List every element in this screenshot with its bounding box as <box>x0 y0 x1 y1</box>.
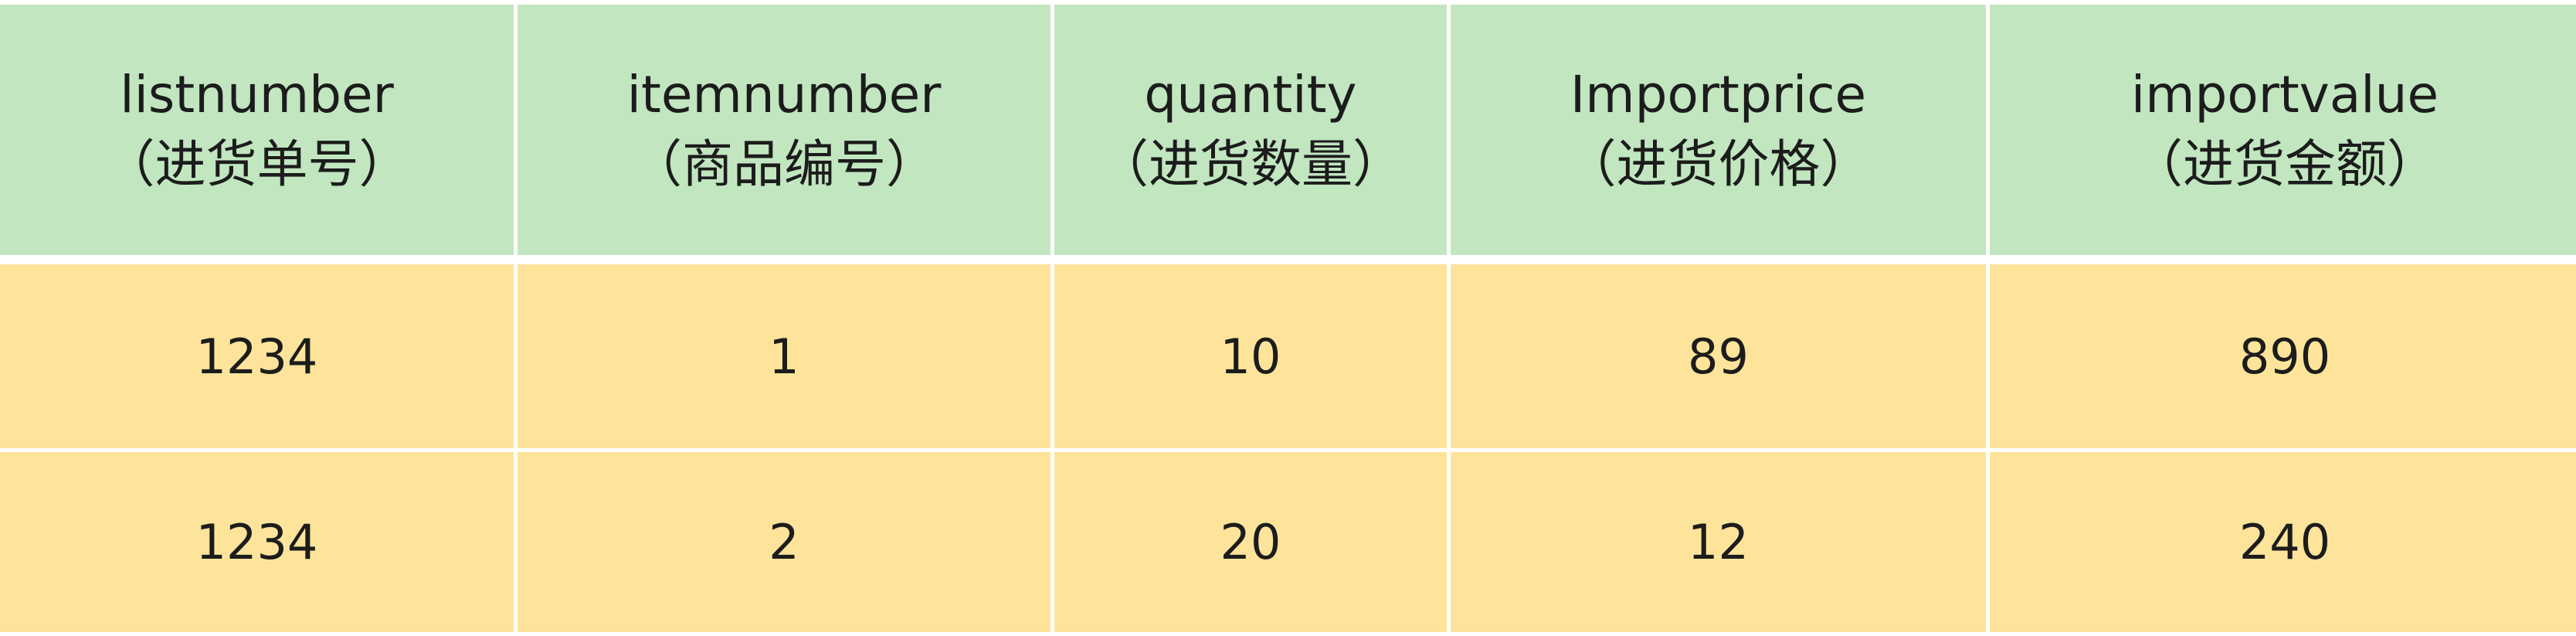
purchase-detail-table: listnumber （进货单号） itemnumber （商品编号） quan… <box>0 1 2576 636</box>
table-row: 1234 2 20 12 240 <box>0 452 2576 632</box>
header-row: listnumber （进货单号） itemnumber （商品编号） quan… <box>0 5 2576 260</box>
column-header-importprice: Importprice （进货价格） <box>1451 5 1986 260</box>
column-header-itemnumber: itemnumber （商品编号） <box>518 5 1050 260</box>
column-label: （进货价格） <box>1565 134 1872 194</box>
column-label: （商品编号） <box>631 134 937 194</box>
column-label: （进货金额） <box>2132 134 2438 194</box>
cell-listnumber: 1234 <box>0 264 514 448</box>
cell-quantity: 20 <box>1054 452 1447 632</box>
cell-listnumber: 1234 <box>0 452 514 632</box>
column-name: listnumber <box>120 65 394 124</box>
column-name: quantity <box>1144 65 1357 124</box>
table-header: listnumber （进货单号） itemnumber （商品编号） quan… <box>0 5 2576 260</box>
column-name: importvalue <box>2130 65 2439 124</box>
cell-importprice: 12 <box>1451 452 1986 632</box>
column-header-listnumber: listnumber （进货单号） <box>0 5 514 260</box>
column-header-importvalue: importvalue （进货金额） <box>1990 5 2576 260</box>
cell-importvalue: 240 <box>1990 452 2576 632</box>
table-row: 1234 1 10 89 890 <box>0 264 2576 448</box>
cell-quantity: 10 <box>1054 264 1447 448</box>
column-header-quantity: quantity （进货数量） <box>1054 5 1447 260</box>
table-body: 1234 1 10 89 890 1234 2 20 12 240 <box>0 264 2576 632</box>
column-name: itemnumber <box>626 65 942 124</box>
column-name: Importprice <box>1570 65 1867 124</box>
cell-importprice: 89 <box>1451 264 1986 448</box>
cell-itemnumber: 1 <box>518 264 1050 448</box>
cell-importvalue: 890 <box>1990 264 2576 448</box>
column-label: （进货单号） <box>104 134 410 194</box>
column-label: （进货数量） <box>1098 134 1403 194</box>
cell-itemnumber: 2 <box>518 452 1050 632</box>
